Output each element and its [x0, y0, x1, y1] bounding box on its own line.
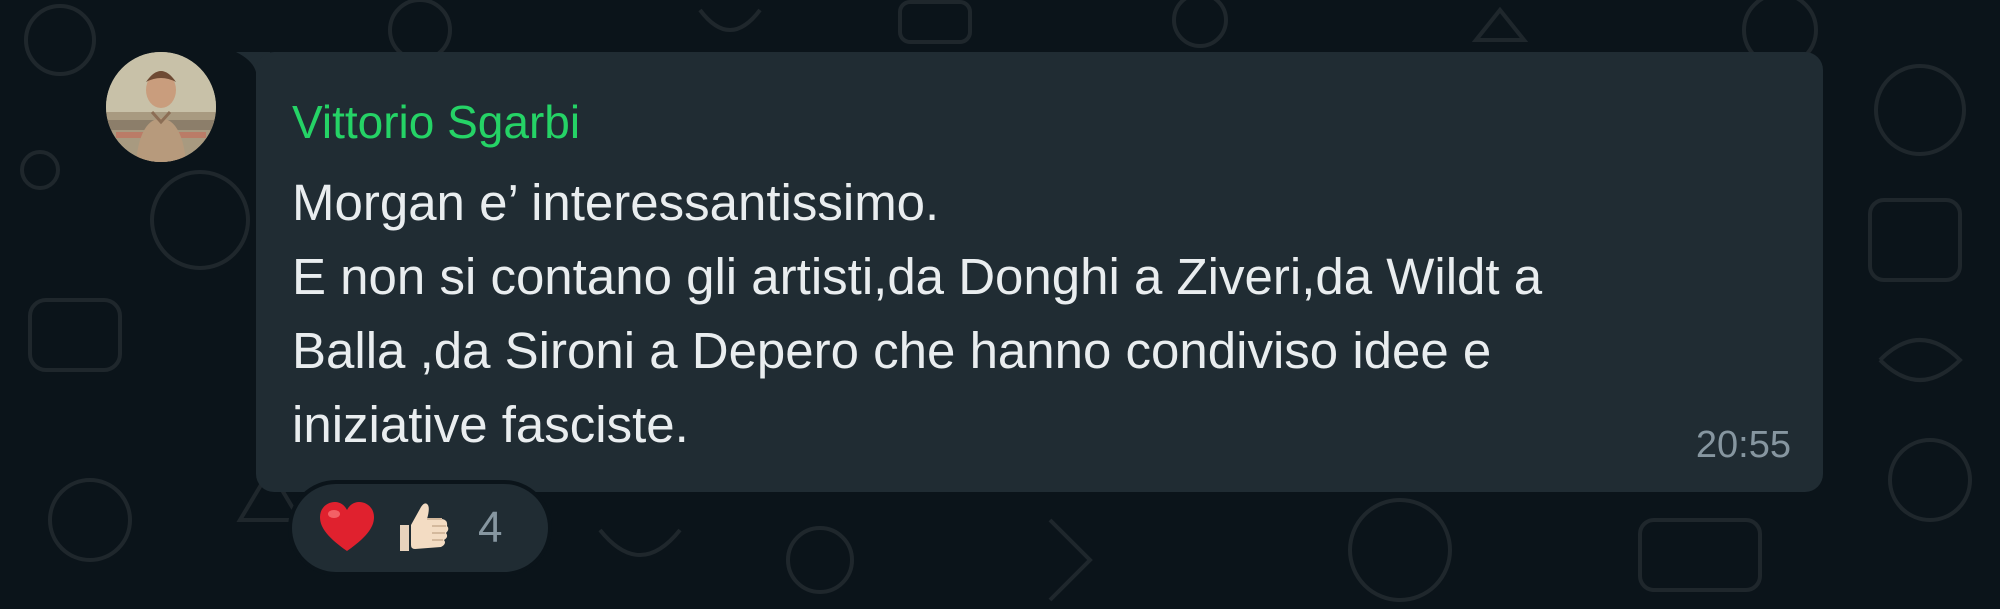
avatar[interactable] [106, 52, 216, 162]
message-line: E non si contano gli artisti,da Donghi a… [292, 248, 1543, 305]
reaction-count: 4 [478, 503, 503, 552]
message-line: Balla ,da Sironi a Depero che hanno cond… [292, 322, 1492, 379]
message-line: Morgan e’ interessantissimo. [292, 174, 940, 231]
thumbs-up-icon [400, 503, 449, 551]
message-text: Morgan e’ interessantissimo. E non si co… [292, 166, 1542, 462]
message-bubble[interactable]: Vittorio Sgarbi Morgan e’ interessantiss… [256, 52, 1823, 492]
message-timestamp: 20:55 [1695, 424, 1791, 466]
message-line: iniziative fasciste. [292, 396, 689, 453]
reactions-pill[interactable]: 4 [288, 480, 552, 576]
red-heart-icon [320, 502, 374, 551]
sender-name[interactable]: Vittorio Sgarbi [292, 94, 580, 150]
avatar-portrait-icon [106, 52, 216, 162]
